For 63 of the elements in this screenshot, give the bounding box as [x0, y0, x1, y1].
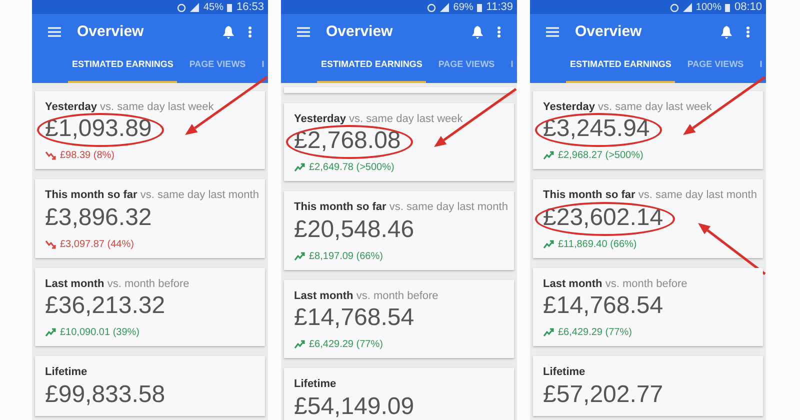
change-value: £6,429.29 (77%): [558, 326, 632, 340]
screen-title: Overview: [575, 22, 643, 42]
tab[interactable]: PAGE VIEWS: [185, 50, 250, 82]
bell-icon[interactable]: [472, 26, 483, 38]
card-heading: Last month vs. month before: [294, 288, 440, 304]
amount-value: £99,833.58: [45, 380, 166, 408]
change-value: £10,090.01 (39%): [60, 326, 140, 340]
clock-time: 08:10: [734, 0, 762, 15]
signal-icon: [682, 2, 692, 12]
change-value: £98.39 (8%): [60, 149, 114, 163]
battery-percent: 45%: [203, 0, 224, 14]
amount-value: £57,202.77: [543, 380, 664, 408]
change-value: £6,429.29 (77%): [309, 338, 383, 352]
card-heading: Lifetime: [45, 365, 88, 380]
more-options-icon[interactable]: [497, 26, 501, 38]
tab[interactable]: ESTIMATED EARNINGS: [68, 50, 178, 82]
bell-icon[interactable]: [223, 26, 234, 38]
clock-time: 11:39: [486, 0, 513, 15]
amount-value: £14,768.54: [543, 292, 664, 319]
card-heading: Yesterday vs. same day last week: [543, 100, 713, 114]
amount-value: £14,768.54: [294, 304, 414, 331]
battery-percent: 100%: [696, 0, 722, 14]
amount-value: £23,602.14: [543, 204, 664, 230]
screen-title: Overview: [326, 22, 394, 42]
tab[interactable]: PAGE VIEWS: [683, 50, 748, 82]
menu-icon[interactable]: [546, 27, 559, 37]
change-value: £8,197.09 (66%): [309, 250, 383, 264]
battery-icon: [477, 2, 482, 12]
battery-percent: 69%: [453, 0, 474, 14]
tab[interactable]: PAGE VIEWS: [434, 50, 499, 82]
card-heading: Yesterday vs. same day last week: [294, 112, 464, 126]
amount-value: £3,896.32: [45, 204, 152, 230]
tab[interactable]: I: [506, 50, 517, 82]
card-heading: Lifetime: [543, 365, 586, 380]
amount-value: £1,093.89: [45, 115, 152, 142]
tab[interactable]: I: [258, 50, 268, 82]
screen-title: Overview: [77, 22, 145, 42]
change-value: £11,869.40 (66%): [558, 238, 637, 252]
card-heading: Last month vs. month before: [45, 276, 190, 292]
amount-value: £36,213.32: [45, 292, 166, 319]
change-value: £3,097.87 (44%): [60, 238, 134, 252]
card-heading: Yesterday vs. same day last week: [45, 100, 215, 114]
card-heading: Last month vs. month before: [543, 276, 688, 292]
card-heading: Lifetime: [294, 377, 338, 392]
clock-time: 16:53: [236, 0, 264, 15]
menu-icon[interactable]: [297, 27, 310, 37]
amount-value: £2,768.08: [294, 127, 401, 154]
change-value: £2,968.27 (>500%): [558, 149, 644, 163]
signal-icon: [190, 2, 200, 12]
menu-icon[interactable]: [48, 27, 61, 37]
more-options-icon[interactable]: [746, 26, 750, 38]
change-value: £2,649.78 (>500%): [309, 161, 394, 175]
tab[interactable]: I: [756, 50, 766, 82]
amount-value: £54,149.09: [294, 392, 414, 420]
signal-icon: [440, 2, 450, 12]
tab[interactable]: ESTIMATED EARNINGS: [317, 50, 426, 82]
bell-icon[interactable]: [721, 26, 732, 38]
tab[interactable]: ESTIMATED EARNINGS: [566, 50, 676, 82]
amount-value: £3,245.94: [543, 115, 650, 142]
more-options-icon[interactable]: [248, 26, 252, 38]
battery-icon: [227, 2, 232, 12]
amount-value: £20,548.46: [294, 216, 414, 242]
battery-icon: [725, 2, 730, 12]
